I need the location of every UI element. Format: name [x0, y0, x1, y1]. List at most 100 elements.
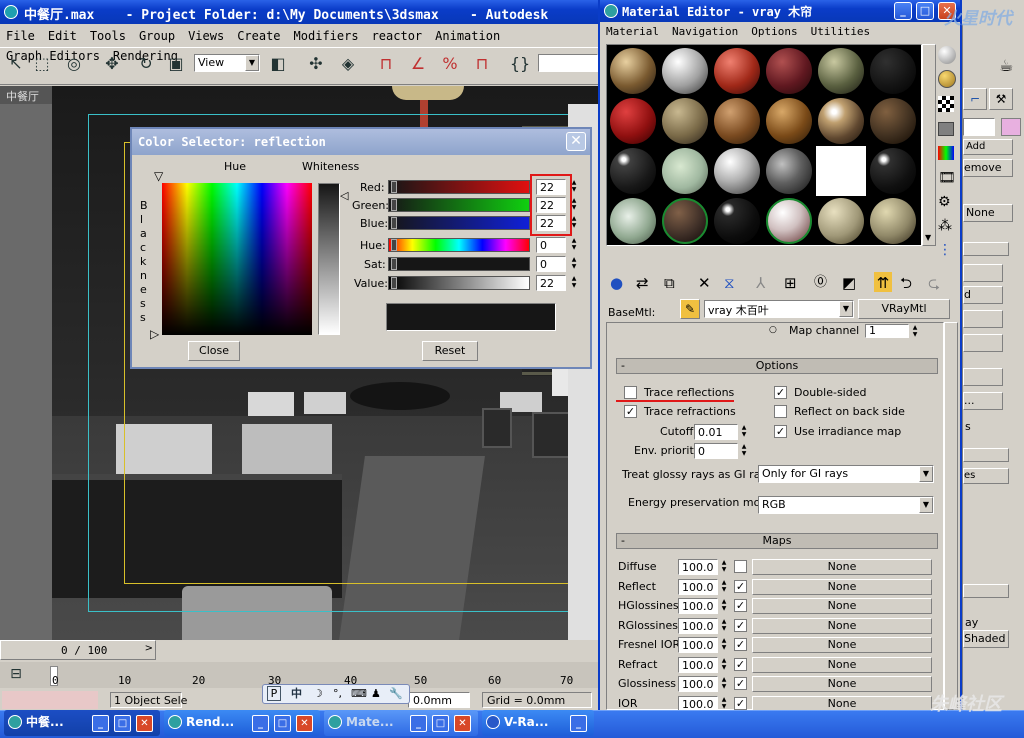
reset-button[interactable]: Reset	[422, 341, 478, 361]
shaded-button[interactable]: Shaded	[963, 630, 1009, 648]
minimize-button[interactable]: _	[894, 2, 912, 20]
sample-slot[interactable]	[870, 98, 916, 144]
taskbar-minimize-button[interactable]: _	[252, 715, 269, 732]
map-amount-field[interactable]: 100.0	[678, 578, 718, 595]
blue-slider[interactable]	[388, 216, 530, 230]
options-rollout-header[interactable]: - Options	[616, 358, 938, 374]
env-priority-field[interactable]: 0	[694, 443, 738, 459]
map-amount-spinner-icon[interactable]: ▲▼	[720, 579, 728, 593]
menu-material[interactable]: Material	[606, 22, 659, 42]
slider-thumb[interactable]	[391, 239, 397, 251]
sample-slot[interactable]	[766, 198, 812, 244]
slider-thumb[interactable]	[391, 217, 397, 229]
named-selection-icon[interactable]: {}	[508, 52, 532, 76]
sample-slot[interactable]	[610, 98, 656, 144]
sat-slider[interactable]	[388, 257, 530, 271]
sample-slot[interactable]	[714, 198, 760, 244]
taskbar-maximize-button[interactable]: □	[114, 715, 131, 732]
taskbar-close-button[interactable]: ✕	[296, 715, 313, 732]
keyboard-shortcut-icon[interactable]: ◈	[336, 52, 360, 76]
coordinate-field[interactable]: 0.0mm	[408, 692, 470, 708]
map-channel-spinner-icon[interactable]: ▲ ▼	[911, 324, 919, 338]
map-enable-checkbox[interactable]: ✓	[734, 657, 747, 671]
slider-thumb[interactable]	[391, 181, 397, 193]
map-slot-button[interactable]: None	[752, 617, 932, 634]
map-amount-spinner-icon[interactable]: ▲▼	[720, 696, 728, 710]
named-selection-field[interactable]	[538, 54, 598, 72]
show-map-icon[interactable]: ◩	[842, 272, 856, 294]
move-icon[interactable]: ✥	[100, 52, 124, 76]
slider-thumb[interactable]	[391, 277, 397, 289]
map-slot-button[interactable]: None	[752, 559, 932, 575]
menu-modifiers[interactable]: Modifiers	[294, 26, 359, 46]
sample-slot[interactable]	[818, 48, 864, 94]
sample-slot[interactable]	[870, 48, 916, 94]
menu-tools[interactable]: Tools	[90, 26, 126, 46]
menu-views[interactable]: Views	[188, 26, 224, 46]
map-enable-checkbox[interactable]: ✓	[734, 638, 747, 651]
taskbar-item-vray[interactable]: V-Ra... _	[482, 710, 594, 736]
map-enable-checkbox[interactable]: ✓	[734, 696, 747, 710]
material-name-field[interactable]: vray 木百叶 ▼	[704, 300, 854, 318]
material-id-icon[interactable]: ⓪	[814, 272, 827, 294]
sample-type-icon[interactable]	[938, 46, 956, 64]
double-sided-checkbox[interactable]: ✓	[774, 386, 787, 399]
sample-slot[interactable]	[766, 48, 812, 94]
sample-slot[interactable]	[870, 148, 916, 194]
sample-slot[interactable]	[610, 148, 656, 194]
close-button[interactable]: Close	[188, 341, 240, 361]
whiteness-bar[interactable]	[318, 183, 340, 335]
rollout-bar[interactable]	[963, 448, 1009, 462]
sample-slot[interactable]	[610, 48, 656, 94]
taskbar-minimize-button[interactable]: _	[92, 715, 109, 732]
hue-pointer-icon[interactable]: ▽	[154, 169, 163, 183]
map-slot-button[interactable]: None	[752, 637, 932, 653]
sat-value-field[interactable]: 0	[536, 256, 566, 272]
map-enable-checkbox[interactable]	[734, 560, 747, 573]
green-slider[interactable]	[388, 198, 530, 212]
select-manipulate-icon[interactable]: ✣	[304, 52, 328, 76]
hammer-icon[interactable]: ⚒	[989, 88, 1013, 110]
close-icon[interactable]: ✕	[566, 132, 586, 151]
map-slot-button[interactable]: None	[752, 656, 932, 673]
menu-group[interactable]: Group	[139, 26, 175, 46]
time-next-icon[interactable]: >	[145, 643, 153, 654]
viewport-label[interactable]: 中餐厅	[6, 88, 39, 104]
hue-slider[interactable]	[388, 238, 530, 252]
map-amount-field[interactable]: 100.0	[678, 637, 718, 653]
map-amount-field[interactable]: 100.0	[678, 656, 718, 673]
map-amount-spinner-icon[interactable]: ▲▼	[720, 657, 728, 671]
percent-snap-icon[interactable]: %	[438, 52, 462, 76]
put-to-library-icon[interactable]: ⊞	[784, 272, 797, 294]
sample-slot[interactable]	[714, 48, 760, 94]
map-amount-field[interactable]: 100.0	[678, 617, 718, 634]
maximize-button[interactable]: □	[916, 2, 934, 20]
track-bar-icon[interactable]: ⊟	[6, 662, 26, 686]
menu-file[interactable]: File	[6, 26, 35, 46]
wrench-icon[interactable]: 🔧	[389, 685, 403, 703]
map-amount-field[interactable]: 100.0	[678, 676, 718, 692]
make-unique-icon[interactable]: ⅄	[756, 272, 765, 294]
user-icon[interactable]: ♟	[371, 685, 381, 703]
radio-icon[interactable]: ○	[769, 325, 777, 335]
video-color-check-icon[interactable]	[938, 146, 954, 160]
trace-refractions-checkbox[interactable]: ✓	[624, 405, 637, 418]
put-to-scene-icon[interactable]: ⇄	[636, 272, 649, 294]
scale-icon[interactable]: ▣	[164, 52, 188, 76]
map-amount-field[interactable]: 100.0	[678, 559, 718, 575]
rollout-bar[interactable]	[963, 584, 1009, 598]
go-to-parent-icon[interactable]: ⮌	[900, 272, 912, 294]
trace-reflections-checkbox[interactable]	[624, 386, 637, 399]
hue-spinner-icon[interactable]: ▲ ▼	[570, 237, 578, 251]
map-channel-field[interactable]: 1	[865, 324, 909, 338]
menu-animation[interactable]: Animation	[435, 26, 500, 46]
spinner-snap-icon[interactable]: ⊓	[470, 52, 494, 76]
punctuation-icon[interactable]: °,	[333, 685, 342, 703]
taskbar-close-button[interactable]: ✕	[454, 715, 471, 732]
make-copy-icon[interactable]: ⧖	[724, 272, 735, 294]
maps-rollout-header[interactable]: - Maps	[616, 533, 938, 549]
sample-slots-scrollbar[interactable]: ▼	[922, 44, 936, 246]
ime-p-icon[interactable]: P	[267, 686, 281, 701]
rollout-bar[interactable]	[963, 242, 1009, 256]
menu-options[interactable]: Options	[751, 22, 797, 42]
